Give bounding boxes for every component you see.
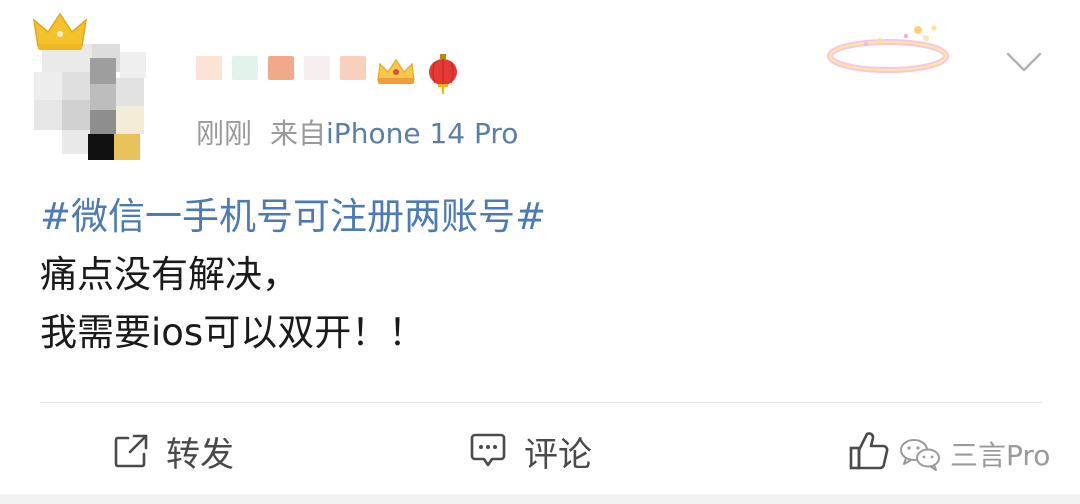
source-prefix: 来自 [270, 117, 327, 150]
post-time: 刚刚 [196, 117, 253, 150]
post-meta: 刚刚 来自iPhone 14 Pro [196, 114, 518, 154]
chevron-down-icon[interactable] [1004, 48, 1044, 76]
content-line: 痛点没有解决， [40, 253, 299, 296]
wechat-icon [900, 439, 940, 471]
watermark-text: 三言Pro [950, 439, 1051, 472]
vip-badge-icon [377, 58, 415, 84]
decorative-card-icon [827, 25, 949, 73]
divider [40, 402, 1042, 403]
share-icon [114, 434, 148, 468]
comment-icon [470, 433, 506, 467]
hashtag-link[interactable]: #微信一手机号可注册两账号# [40, 188, 546, 246]
weibo-post-card: 刚刚 来自iPhone 14 Pro #微信一手机号可注册两账号# 痛点没有解决，… [0, 0, 1080, 504]
source-device[interactable]: iPhone 14 Pro [326, 117, 518, 150]
bottom-separator [0, 494, 1080, 504]
like-button[interactable] [848, 418, 890, 484]
watermark: 三言Pro [898, 434, 1050, 474]
post-content: #微信一手机号可注册两账号# 痛点没有解决， 我需要ios可以双开！！ [40, 188, 546, 362]
comment-label: 评论 [524, 434, 592, 475]
username-blurred[interactable] [196, 56, 366, 80]
repost-label: 转发 [166, 434, 234, 475]
comment-button[interactable]: 评论 [468, 418, 592, 484]
thumbs-up-icon [849, 432, 889, 470]
repost-button[interactable]: 转发 [112, 418, 234, 484]
lantern-icon [429, 54, 457, 94]
content-line: 我需要ios可以双开！！ [40, 311, 426, 354]
crown-icon [32, 12, 88, 50]
